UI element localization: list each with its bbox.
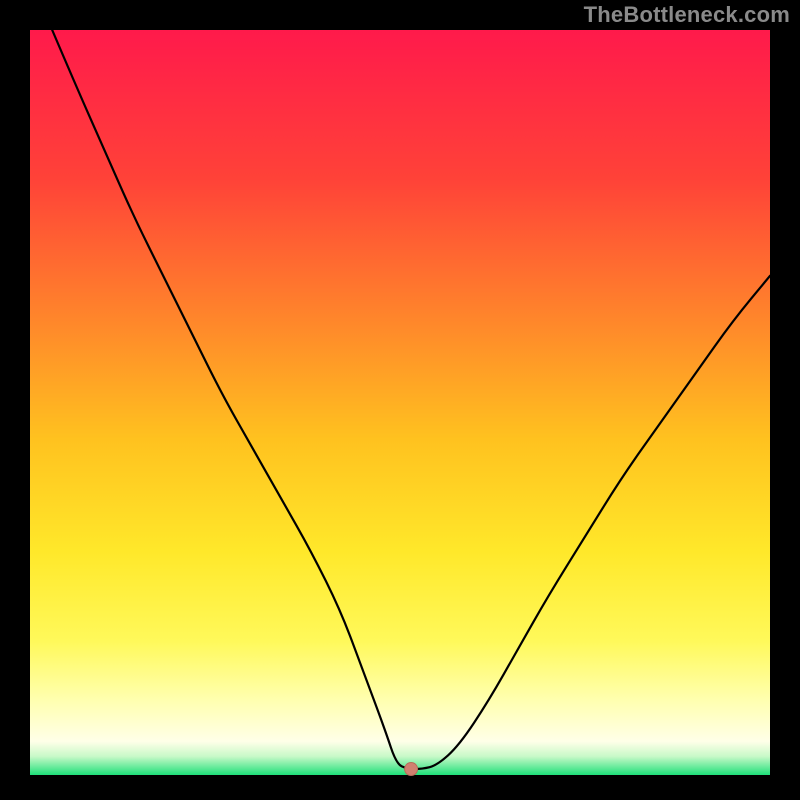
bottleneck-point-marker <box>405 763 418 776</box>
chart-frame: { "watermark": "TheBottleneck.com", "cha… <box>0 0 800 800</box>
bottleneck-chart <box>0 0 800 800</box>
chart-background-gradient <box>30 30 770 775</box>
